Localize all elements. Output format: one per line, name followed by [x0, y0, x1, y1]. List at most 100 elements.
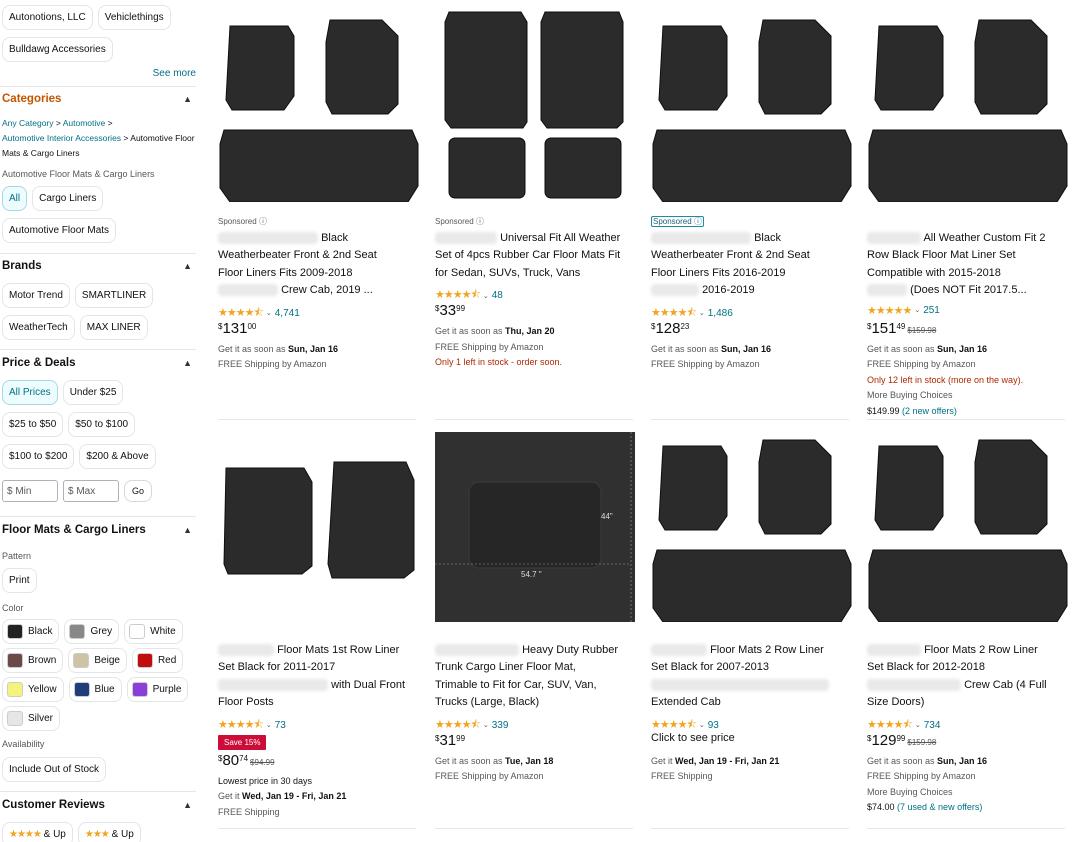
brand-chip-max-liner[interactable]: MAX LINER — [79, 315, 148, 340]
review-count[interactable]: 73 — [275, 720, 286, 731]
availability-chip-include-out-of-stock[interactable]: Include Out of Stock — [2, 757, 107, 782]
pattern-chip-print[interactable]: Print — [2, 568, 37, 593]
brand-chip-motor-trend[interactable]: Motor Trend — [2, 283, 70, 308]
price-chip-200-above[interactable]: $200 & Above — [79, 444, 156, 469]
title-line: Set Black for 2007-2013 — [651, 661, 770, 674]
price-chip-25-50[interactable]: $25 to $50 — [2, 412, 64, 437]
review-count[interactable]: 734 — [924, 720, 941, 731]
category-chip-cargo-liners[interactable]: Cargo Liners — [32, 186, 104, 211]
price-header[interactable]: Price & Deals ▲ — [2, 357, 192, 369]
product-title[interactable]: Black Weatherbeater Front & 2nd Seat Floor… — [218, 230, 422, 300]
info-icon[interactable]: ⓘ — [476, 217, 484, 226]
chevron-up-icon[interactable]: ▲ — [183, 525, 192, 535]
product-title[interactable]: Floor Mats 1st Row Liner Set Black for 20… — [218, 642, 422, 712]
redacted-brand — [435, 232, 497, 245]
review-count[interactable]: 251 — [923, 305, 940, 316]
see-price-link[interactable]: Click to see price — [651, 732, 735, 744]
categories-header[interactable]: Categories ▲ — [2, 93, 192, 105]
chevron-down-icon[interactable]: ⌄ — [699, 721, 705, 729]
title-line: Crew Cab (4 Full — [964, 678, 1047, 691]
product-image[interactable] — [218, 428, 422, 622]
product-image[interactable] — [867, 8, 1071, 202]
chevron-up-icon[interactable]: ▲ — [183, 261, 192, 271]
brand-chip-weathertech[interactable]: WeatherTech — [2, 315, 75, 340]
review-chip-4-up[interactable]: ★★★★ & Up — [2, 822, 73, 842]
color-chip-black[interactable]: Black — [2, 619, 60, 644]
color-chip-yellow[interactable]: Yellow — [2, 677, 64, 702]
price-max-input[interactable]: $ Max — [63, 480, 119, 502]
product-title[interactable]: All Weather Custom Fit 2 Row Black Floor … — [867, 230, 1071, 300]
chevron-up-icon[interactable]: ▲ — [183, 358, 192, 368]
chevron-down-icon[interactable]: ⌄ — [266, 309, 272, 317]
info-icon[interactable]: ⓘ — [694, 217, 702, 226]
see-more-link[interactable]: See more — [153, 68, 196, 79]
price-chip-all[interactable]: All Prices — [2, 380, 58, 405]
review-count[interactable]: 48 — [492, 290, 503, 301]
price-chip-under-25[interactable]: Under $25 — [62, 380, 124, 405]
brand-chip-smartliner[interactable]: SMARTLINER — [74, 283, 154, 308]
product-title[interactable]: Floor Mats 2 Row Liner Set Black for 2012… — [867, 642, 1071, 712]
category-chip-floor-mats[interactable]: Automotive Floor Mats — [2, 218, 117, 243]
product-title[interactable]: Black Weatherbeater Front & 2nd Seat Floor… — [651, 230, 855, 300]
offers-link[interactable]: (7 used & new offers) — [897, 802, 982, 812]
chevron-down-icon[interactable]: ⌄ — [699, 309, 705, 317]
delivery-info: Get it as soon as Thu, Jan 20 FREE Shippi… — [435, 324, 639, 371]
price-min-input[interactable]: $ Min — [2, 480, 58, 502]
product-title[interactable]: Heavy Duty Rubber Trunk Cargo Liner Floor… — [435, 642, 639, 712]
color-chip-grey[interactable]: Grey — [64, 619, 120, 644]
crumb-any-category[interactable]: Any Category — [2, 118, 54, 128]
color-chip-red[interactable]: Red — [131, 648, 184, 673]
title-line: Extended Cab — [651, 696, 721, 709]
chevron-up-icon[interactable]: ▲ — [183, 94, 192, 104]
product-title[interactable]: Floor Mats 2 Row Liner Set Black for 2007… — [651, 642, 855, 712]
brand-chip-bulldawg[interactable]: Bulldawg Accessories — [2, 37, 113, 62]
price-chip-100-200[interactable]: $100 to $200 — [2, 444, 75, 469]
color-label: Color — [2, 603, 24, 613]
color-chip-purple[interactable]: Purple — [126, 677, 189, 702]
ship-text: FREE Shipping by Amazon — [867, 359, 976, 370]
offers-link[interactable]: (2 new offers) — [902, 406, 957, 416]
crumb-interior-accessories[interactable]: Automotive Interior Accessories — [2, 133, 121, 143]
color-chip-beige[interactable]: Beige — [68, 648, 127, 673]
product-image[interactable] — [867, 428, 1071, 622]
color-swatch — [7, 653, 23, 668]
chevron-up-icon[interactable]: ▲ — [183, 800, 192, 810]
rating-row[interactable]: ★★★★★ ⌄ 251 — [867, 304, 940, 317]
crumb-automotive[interactable]: Automotive — [63, 118, 106, 128]
color-chip-blue[interactable]: Blue — [68, 677, 122, 702]
product-image[interactable] — [435, 8, 639, 202]
review-count[interactable]: 339 — [492, 720, 509, 731]
brand-chip-autonotions[interactable]: Autonotions, LLC — [2, 5, 93, 30]
title-line: Set of 4pcs Rubber Car Floor Mats Fit — [435, 249, 621, 262]
color-chip-silver[interactable]: Silver — [2, 706, 61, 731]
deal-badge: Save 15% — [218, 734, 267, 750]
brand-chip-vehiclethings[interactable]: Vehiclethings — [97, 5, 171, 30]
sponsored-label[interactable]: Sponsored ⓘ — [435, 216, 484, 227]
product-image[interactable] — [651, 8, 855, 202]
review-chip-3-up[interactable]: ★★★ & Up — [77, 822, 141, 842]
product-image[interactable] — [651, 428, 855, 622]
review-count[interactable]: 4,741 — [275, 308, 300, 319]
chevron-down-icon[interactable]: ⌄ — [266, 721, 272, 729]
reviews-header[interactable]: Customer Reviews ▲ — [2, 799, 192, 811]
chevron-down-icon[interactable]: ⌄ — [483, 721, 489, 729]
category-chip-all[interactable]: All — [2, 186, 28, 211]
info-icon[interactable]: ⓘ — [259, 217, 267, 226]
chevron-down-icon[interactable]: ⌄ — [915, 721, 921, 729]
chevron-down-icon[interactable]: ⌄ — [914, 306, 920, 314]
color-chip-white[interactable]: White — [124, 619, 183, 644]
sponsored-label[interactable]: Sponsored ⓘ — [218, 216, 267, 227]
brands-header[interactable]: Brands ▲ — [2, 260, 192, 272]
product-image[interactable]: 44" 54.7 " — [435, 428, 639, 622]
review-count[interactable]: 1,486 — [708, 308, 733, 319]
product-title[interactable]: Universal Fit All Weather Set of 4pcs Rub… — [435, 230, 639, 282]
color-swatch — [7, 682, 23, 697]
price-chip-50-100[interactable]: $50 to $100 — [68, 412, 136, 437]
sponsored-label[interactable]: Sponsored ⓘ — [651, 216, 704, 227]
chevron-down-icon[interactable]: ⌄ — [483, 292, 489, 300]
review-count[interactable]: 93 — [708, 720, 719, 731]
color-chip-brown[interactable]: Brown — [2, 648, 64, 673]
floor-mats-header[interactable]: Floor Mats & Cargo Liners ▲ — [2, 524, 192, 536]
product-image[interactable] — [218, 8, 422, 202]
price-go-button[interactable]: Go — [124, 480, 152, 502]
